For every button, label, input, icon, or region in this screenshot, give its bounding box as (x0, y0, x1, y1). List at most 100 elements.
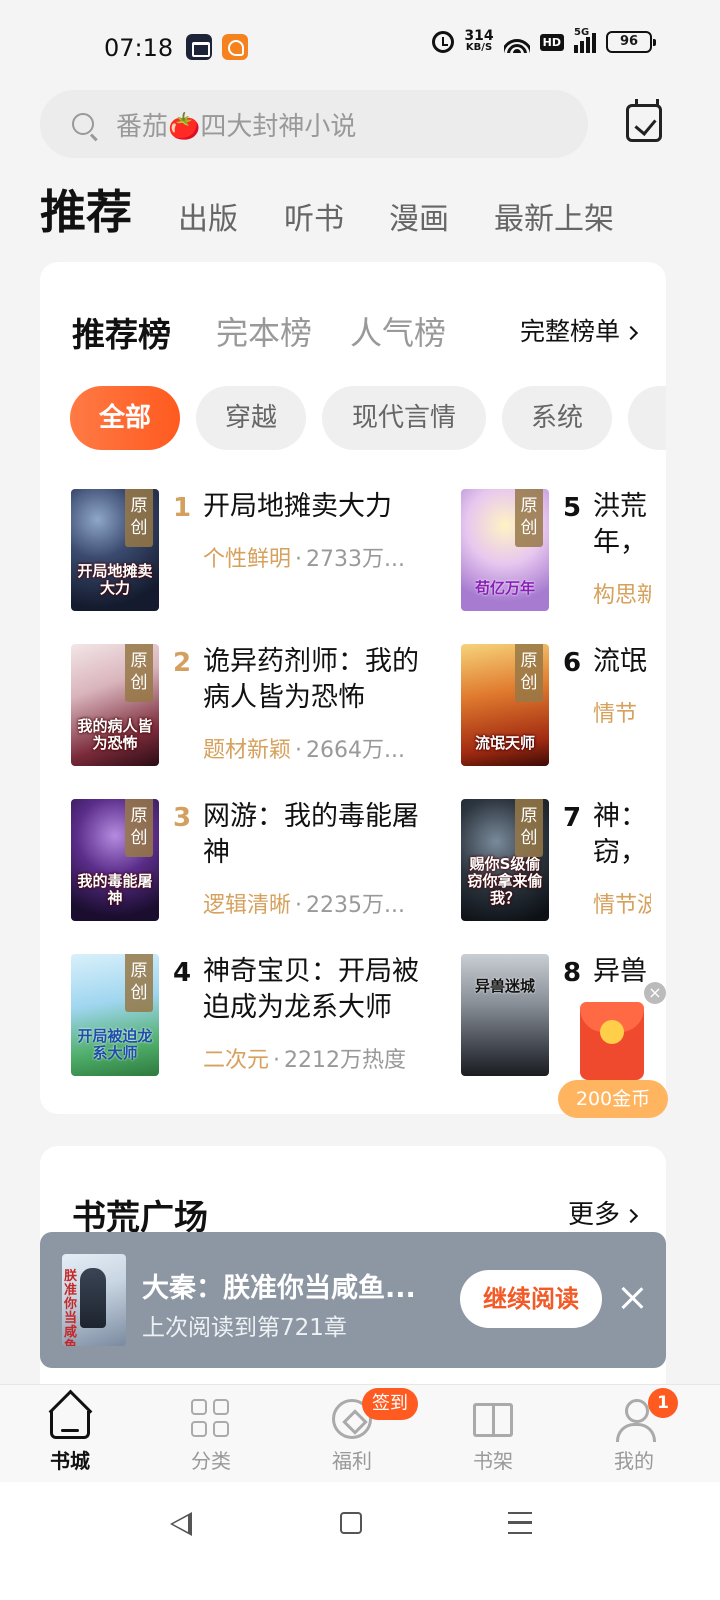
book-cover: 开局地摊卖大力 原创 (71, 489, 159, 611)
cover-title: 苟亿万年 (474, 579, 535, 597)
book-title: 神： (593, 801, 647, 832)
book-item-2[interactable]: 我的病人皆为恐怖 原创 2 诡异药剂师：我的病人皆为恐怖 题材新颖 · 2664万.… (71, 644, 441, 766)
continue-progress: 上次阅读到第721章 (142, 1315, 347, 1341)
rank-number: 3 (173, 803, 192, 833)
status-bar: 07:18 314 KB/S HD 5G 96 (0, 0, 720, 96)
book-title: 洪荒 (593, 491, 647, 522)
red-packet-close-button[interactable]: × (644, 982, 666, 1004)
continue-reading-bar[interactable]: 朕准你当咸鱼 大秦：朕准你当咸鱼... 上次阅读到第721章 继续阅读 (40, 1232, 666, 1368)
book-item-3[interactable]: 我的毒能屠神 原创 3 网游：我的毒能屠神 逻辑清晰 · 2235万... (71, 799, 441, 921)
cover-title: 我的毒能屠神 (77, 872, 153, 907)
book-tag: 个性鲜明 (203, 547, 292, 572)
rank-tab-completed[interactable]: 完本榜 (216, 308, 312, 354)
notification-badge: 1 (648, 1388, 678, 1418)
book-tag: 情节 (593, 702, 638, 727)
cover-title: 流氓天师 (474, 734, 535, 752)
alarm-icon (432, 31, 455, 53)
tab-comics[interactable]: 漫画 (389, 194, 449, 238)
book-title-line2: 年， (593, 527, 647, 558)
status-indicators: 314 KB/S HD 5G 96 (432, 27, 656, 54)
search-placeholder: 番茄🍅四大封神小说 (116, 111, 357, 142)
red-packet-icon[interactable] (580, 1002, 644, 1080)
net-speed-unit: KB/S (465, 42, 493, 53)
rank-number: 7 (563, 803, 582, 833)
nav-label: 书城 (50, 1449, 90, 1473)
nav-label: 我的 (614, 1449, 654, 1473)
nav-label: 书架 (473, 1449, 513, 1473)
book-cover: 苟亿万年 原创 (461, 489, 549, 611)
book-item-4[interactable]: 开局被迫龙系大师 原创 4 神奇宝贝：开局被迫成为龙系大师 二次元 · 2212万热… (71, 954, 441, 1076)
original-badge: 原创 (125, 644, 153, 702)
rank-tab-popular[interactable]: 人气榜 (350, 308, 446, 354)
book-cover: 我的病人皆为恐怖 原创 (71, 644, 159, 766)
chip-system[interactable]: 系统 (502, 386, 612, 450)
original-badge: 原创 (125, 799, 153, 857)
book-title: 神奇宝贝：开局被迫成为龙系大师 (203, 956, 419, 1023)
plaza-more-link[interactable]: 更多 (567, 1194, 639, 1231)
book-meta: 逻辑清晰 · 2235万... (203, 893, 405, 918)
close-icon[interactable] (620, 1286, 644, 1310)
menu-icon[interactable] (508, 1512, 532, 1534)
cover-title: 开局被迫龙系大师 (77, 1027, 153, 1062)
signal-icon: 5G (574, 27, 596, 53)
category-chips: 全部 穿越 现代言情 系统 (70, 386, 666, 452)
bottom-nav: 书城 分类 福利 书架 我的 (0, 1384, 720, 1482)
tab-publish[interactable]: 出版 (178, 194, 238, 238)
nav-bookstore[interactable]: 书城 (0, 1385, 140, 1483)
tab-audiobook[interactable]: 听书 (284, 194, 344, 238)
hd-badge: HD (539, 33, 564, 51)
cover-title: 开局地摊卖大力 (77, 562, 153, 597)
network-type: 5G (574, 27, 590, 38)
rank-number: 8 (563, 958, 582, 988)
book-tag: 情节波 (593, 893, 651, 918)
book-cover: 异兽迷城 (461, 954, 549, 1076)
nav-label: 分类 (191, 1449, 231, 1473)
original-badge: 原创 (125, 489, 153, 547)
chip-more[interactable] (628, 386, 666, 450)
chip-all[interactable]: 全部 (70, 386, 180, 450)
top-tabs: 推荐 出版 听书 漫画 最新上架 (40, 180, 680, 250)
rank-number: 1 (173, 493, 192, 523)
nav-category[interactable]: 分类 (141, 1385, 281, 1483)
book-icon (473, 1403, 513, 1437)
chip-modern-romance[interactable]: 现代言情 (322, 386, 486, 450)
continue-reading-button[interactable]: 继续阅读 (460, 1270, 602, 1328)
coin-reward-badge[interactable]: 200金币 (558, 1080, 668, 1118)
full-list-label: 完整榜单 (519, 317, 620, 346)
home-square-icon[interactable] (340, 1512, 362, 1534)
calendar-checkin-icon[interactable] (626, 99, 662, 142)
nav-bookshelf[interactable]: 书架 (423, 1385, 563, 1483)
tab-recommend[interactable]: 推荐 (40, 176, 132, 242)
book-item-7[interactable]: 赐你S级偷窃你拿来偷我？ 原创 7 神： 窃， 情节波 (461, 799, 666, 921)
book-tag: 题材新颖 (203, 738, 292, 763)
rank-tab-recommend[interactable]: 推荐榜 (72, 308, 171, 356)
book-tag: 构思新 (593, 583, 651, 608)
nav-profile[interactable]: 我的 (564, 1385, 704, 1483)
wifi-icon (503, 31, 530, 53)
book-title-line2: 窃， (593, 837, 647, 868)
nav-label: 福利 (332, 1449, 372, 1473)
book-meta: 构思新 (593, 577, 651, 609)
book-heat: 2733万... (306, 547, 405, 572)
cover-title: 朕准你当咸鱼 (64, 1269, 78, 1347)
book-item-5[interactable]: 苟亿万年 原创 5 洪荒 年， 构思新 (461, 489, 666, 611)
mail-app-icon (186, 34, 212, 60)
back-icon[interactable] (170, 1512, 192, 1536)
ranking-card: 推荐榜 完本榜 人气榜 完整榜单 全部 穿越 现代言情 系统 开局地摊卖大力 原… (40, 262, 666, 1114)
book-cover: 赐你S级偷窃你拿来偷我？ 原创 (461, 799, 549, 921)
chip-time-travel[interactable]: 穿越 (196, 386, 306, 450)
search-input[interactable]: 番茄🍅四大封神小说 (40, 90, 588, 158)
continue-book-title: 大秦：朕准你当咸鱼... (142, 1273, 416, 1304)
rank-number: 2 (173, 648, 192, 678)
rank-number: 4 (173, 958, 192, 988)
sign-in-badge: 签到 (362, 1388, 418, 1420)
rank-number: 6 (563, 648, 582, 678)
original-badge: 原创 (125, 954, 153, 1012)
tab-new-arrivals[interactable]: 最新上架 (494, 194, 614, 238)
plaza-more-label: 更多 (567, 1200, 620, 1230)
book-heat: 2664万... (306, 738, 405, 763)
book-item-6[interactable]: 流氓天师 原创 6 流氓 情节 (461, 644, 666, 766)
book-item-1[interactable]: 开局地摊卖大力 原创 1 开局地摊卖大力 个性鲜明 · 2733万... (71, 489, 441, 611)
book-title: 流氓 (593, 646, 647, 677)
full-list-link[interactable]: 完整榜单 (519, 312, 639, 348)
